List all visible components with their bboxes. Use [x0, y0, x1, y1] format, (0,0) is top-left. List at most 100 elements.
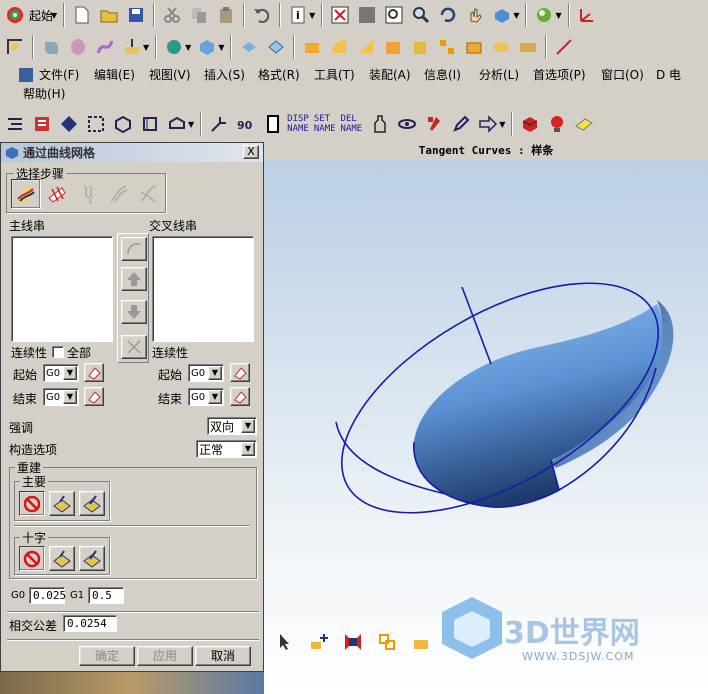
zoom-icon[interactable]	[408, 2, 434, 28]
add-point-icon[interactable]	[306, 629, 332, 655]
primary-start-select[interactable]: G0 ▼	[43, 364, 79, 382]
step-cross-curves-icon[interactable]	[46, 183, 68, 208]
primary-curves-list[interactable]	[11, 236, 113, 342]
paste-icon[interactable]	[213, 2, 239, 28]
menu-tools[interactable]: 工具(T)	[314, 66, 355, 83]
name-display-icon[interactable]	[260, 111, 286, 137]
cross-end-select[interactable]: G0 ▼	[188, 388, 224, 406]
cross-curves-list[interactable]	[152, 236, 254, 342]
cross-none-button[interactable]	[19, 546, 45, 571]
start-icon[interactable]	[2, 2, 28, 28]
blank-icon[interactable]	[137, 111, 163, 137]
cross-start-face-button[interactable]	[230, 363, 250, 382]
menu-assembly[interactable]: 装配(A)	[369, 66, 411, 83]
grid-icon[interactable]	[83, 111, 109, 137]
primary-end-face-button[interactable]	[84, 387, 104, 406]
arrow-right-icon[interactable]	[475, 111, 501, 137]
cross-start-select[interactable]: G0 ▼	[188, 364, 224, 382]
start-menu-label[interactable]: 起始	[29, 7, 53, 24]
info-icon[interactable]: i	[285, 2, 311, 28]
chevron-down-icon[interactable]: ▼	[555, 11, 561, 20]
sew-icon[interactable]	[515, 34, 541, 60]
menu-format[interactable]: 格式(R)	[258, 66, 300, 83]
wcs-icon[interactable]	[574, 2, 600, 28]
primary-start-face-button[interactable]	[84, 363, 104, 382]
filter-icon[interactable]	[408, 629, 434, 655]
chevron-down-icon[interactable]: ▼	[185, 43, 191, 52]
main-none-button[interactable]	[19, 491, 45, 516]
snap-icon[interactable]	[374, 629, 400, 655]
extrude-icon[interactable]	[38, 34, 64, 60]
chevron-down-icon[interactable]: ▼	[188, 120, 194, 129]
bottle-icon[interactable]	[367, 111, 393, 137]
chevron-down-icon[interactable]: ▼	[208, 390, 222, 404]
cancel-button[interactable]: 取消	[195, 646, 251, 666]
expression-icon[interactable]	[2, 111, 28, 137]
move-down-button[interactable]	[121, 300, 147, 324]
ok-button[interactable]: 确定	[79, 646, 135, 666]
render-style-icon[interactable]	[531, 2, 557, 28]
redo-curve-button[interactable]	[121, 237, 147, 261]
fit-view-icon[interactable]	[327, 2, 353, 28]
point-constructor-icon[interactable]	[206, 111, 232, 137]
chevron-down-icon[interactable]: ▼	[499, 120, 505, 129]
menu-file[interactable]: 文件(F)	[39, 66, 79, 83]
zoom-window-icon[interactable]	[381, 2, 407, 28]
cross-end-face-button[interactable]	[230, 387, 250, 406]
cut-icon[interactable]	[159, 2, 185, 28]
move-layer-icon[interactable]	[56, 111, 82, 137]
snap-point-icon[interactable]	[340, 629, 366, 655]
app-icon[interactable]	[19, 68, 33, 82]
hole-icon[interactable]	[119, 34, 145, 60]
g1-input[interactable]: 0.5	[88, 587, 124, 604]
chevron-down-icon[interactable]: ▼	[208, 366, 222, 380]
dialog-title-bar[interactable]: 通过曲线网格	[1, 143, 263, 162]
set-name-button[interactable]: SET NAME	[314, 114, 336, 134]
menu-view[interactable]: 视图(V)	[149, 66, 191, 83]
chevron-down-icon[interactable]: ▼	[241, 442, 255, 456]
layer-icon[interactable]	[29, 111, 55, 137]
model-canvas[interactable]	[264, 142, 708, 694]
g0-input[interactable]: 0.025	[29, 587, 66, 604]
del-name-button[interactable]: DEL NAME	[341, 114, 363, 134]
light-icon[interactable]	[544, 111, 570, 137]
close-button[interactable]: X	[243, 145, 259, 159]
chevron-down-icon[interactable]: ▼	[309, 11, 315, 20]
menu-help[interactable]: 帮助(H)	[23, 85, 65, 102]
menu-edit[interactable]: 编辑(E)	[94, 66, 135, 83]
pan-icon[interactable]	[462, 2, 488, 28]
selection-icon[interactable]	[272, 629, 298, 655]
chevron-down-icon[interactable]: ▼	[218, 43, 224, 52]
move-up-button[interactable]	[121, 267, 147, 291]
construct-options-select[interactable]: 正常 ▼	[196, 440, 257, 458]
undo-icon[interactable]	[249, 2, 275, 28]
eraser-icon[interactable]	[571, 111, 597, 137]
sweep-icon[interactable]	[92, 34, 118, 60]
primary-end-select[interactable]: G0 ▼	[43, 388, 79, 406]
draft-icon[interactable]	[407, 34, 433, 60]
tool-icon[interactable]	[421, 111, 447, 137]
apply-button[interactable]: 应用	[137, 646, 193, 666]
menu-insert[interactable]: 插入(S)	[204, 66, 245, 83]
eye-icon[interactable]	[394, 111, 420, 137]
sketch-icon[interactable]	[2, 34, 28, 60]
chevron-down-icon[interactable]: ▼	[63, 390, 77, 404]
chevron-down-icon[interactable]: ▼	[51, 11, 57, 20]
unblank-icon[interactable]	[164, 111, 190, 137]
save-icon[interactable]	[123, 2, 149, 28]
emphasis-select[interactable]: 双向 ▼	[207, 417, 257, 435]
trim-body-icon[interactable]	[461, 34, 487, 60]
remove-button[interactable]	[121, 335, 147, 359]
shaded-view-icon[interactable]	[354, 2, 380, 28]
rotate-icon[interactable]	[435, 2, 461, 28]
open-folder-icon[interactable]	[96, 2, 122, 28]
step-primary-curves-button[interactable]	[11, 179, 41, 209]
chevron-down-icon[interactable]: ▼	[241, 419, 255, 433]
shell-icon[interactable]	[380, 34, 406, 60]
all-checkbox[interactable]	[52, 346, 64, 358]
block-icon[interactable]	[194, 34, 220, 60]
chevron-down-icon[interactable]: ▼	[63, 366, 77, 380]
edge-blend-icon[interactable]	[299, 34, 325, 60]
object-display-icon[interactable]	[110, 111, 136, 137]
menu-electrical[interactable]: D 电	[656, 66, 681, 83]
